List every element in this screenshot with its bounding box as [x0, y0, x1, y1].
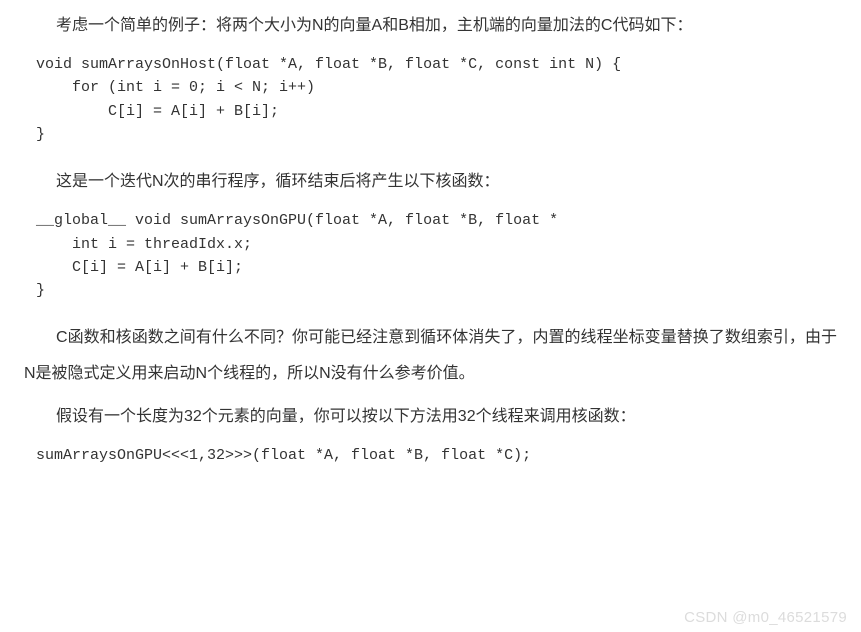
- code-block-gpu: __global__ void sumArraysOnGPU(float *A,…: [36, 209, 837, 302]
- paragraph-3: C函数和核函数之间有什么不同？你可能已经注意到循环体消失了，内置的线程坐标变量替…: [24, 320, 837, 390]
- watermark: CSDN @m0_46521579: [684, 609, 847, 626]
- paragraph-1: 考虑一个简单的例子：将两个大小为N的向量A和B相加，主机端的向量加法的C代码如下…: [24, 8, 837, 43]
- paragraph-4: 假设有一个长度为32个元素的向量，你可以按以下方法用32个线程来调用核函数：: [24, 399, 837, 434]
- paragraph-2: 这是一个迭代N次的串行程序，循环结束后将产生以下核函数：: [24, 164, 837, 199]
- document-content: 考虑一个简单的例子：将两个大小为N的向量A和B相加，主机端的向量加法的C代码如下…: [0, 0, 861, 493]
- code-block-call: sumArraysOnGPU<<<1,32>>>(float *A, float…: [36, 444, 837, 467]
- code-block-host: void sumArraysOnHost(float *A, float *B,…: [36, 53, 837, 146]
